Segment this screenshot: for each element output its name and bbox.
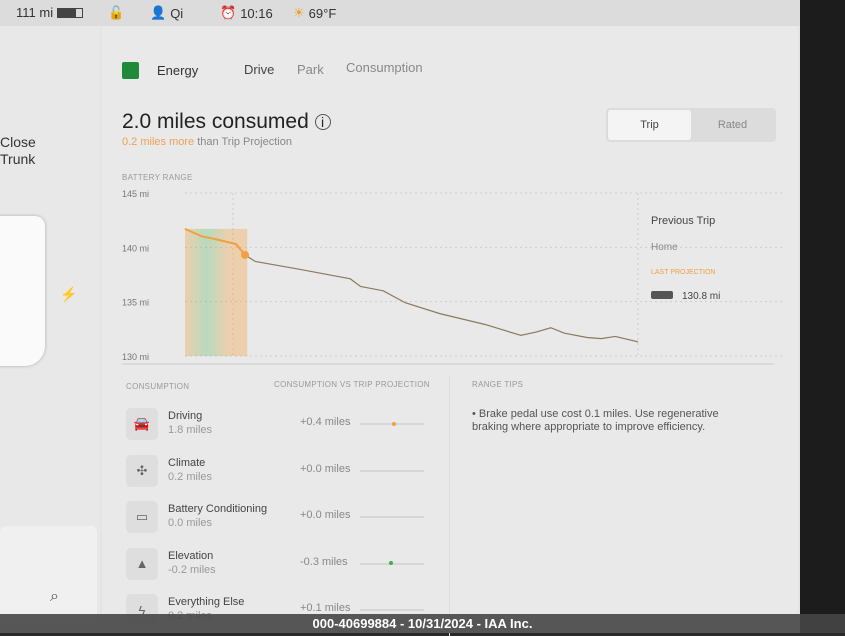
range-text: 111 mi xyxy=(16,5,54,20)
bolt-icon: ⚡ xyxy=(60,286,78,302)
current-position-dot xyxy=(241,250,250,259)
battery-range-chart: 145 mi140 mi135 mi130 miMiles Driven2468… xyxy=(122,189,782,365)
y-tick-label: 135 mi xyxy=(122,298,149,308)
page-title: 2.0 miles consumed i xyxy=(122,110,331,134)
user-name[interactable]: Qi xyxy=(170,6,183,21)
row-name: Climate xyxy=(168,456,206,469)
row-name: Driving xyxy=(168,410,203,422)
row-name: Elevation xyxy=(168,549,214,562)
close-label: Close xyxy=(0,134,36,150)
tab-energy[interactable]: Energy xyxy=(122,62,198,79)
y-tick-label: 140 mi xyxy=(122,243,149,253)
consumption-header: CONSUMPTION xyxy=(126,382,190,391)
battery-icon xyxy=(651,291,673,299)
projection-dot xyxy=(392,421,396,426)
legend-previous-trip: Previous Trip xyxy=(651,215,715,227)
tips-header: RANGE TIPS xyxy=(472,380,524,389)
sun-icon: ☀ xyxy=(293,5,305,20)
tab-energy-label: Energy xyxy=(157,63,199,78)
lock-icon[interactable]: 🔓 xyxy=(108,5,124,21)
row-value: -0.2 miles xyxy=(168,563,216,576)
search-icon: ⌕ xyxy=(50,588,59,605)
projection-value: 130.8 mi xyxy=(682,291,720,302)
bezel xyxy=(800,0,845,633)
legend-last-projection: LAST PROJECTION xyxy=(651,269,715,276)
clock: 10:16 xyxy=(240,5,273,21)
info-icon[interactable]: i xyxy=(314,114,331,131)
car-icon: 🚘 xyxy=(126,408,158,440)
projection-bar xyxy=(360,609,424,611)
consumption-row: ▭ Battery Conditioning 0.0 miles +0.0 mi… xyxy=(126,501,456,541)
consumption-row: ✣ Climate 0.2 miles +0.0 miles xyxy=(126,454,456,495)
projection-bar xyxy=(360,516,424,518)
row-delta: +0.1 miles xyxy=(300,602,351,614)
y-tick-label: 145 mi xyxy=(122,189,149,199)
projection-bar xyxy=(360,421,424,426)
close-trunk-button[interactable]: Close Trunk xyxy=(0,134,36,168)
tab-drive[interactable]: Drive xyxy=(244,62,274,77)
temperature: 69°F xyxy=(308,5,337,21)
user-icon[interactable]: 👤 xyxy=(150,5,166,21)
delta-amount: 0.2 miles more xyxy=(122,136,195,148)
projection-bar xyxy=(360,469,424,472)
toggle-rated[interactable]: Rated xyxy=(691,110,774,140)
title-text: 2.0 miles consumed xyxy=(122,110,309,133)
fan-icon: ✣ xyxy=(126,454,158,487)
search-button[interactable]: ⌕ xyxy=(0,526,97,622)
energy-icon xyxy=(122,62,139,79)
screen: 111 mi 🔓 👤 Qi ⏰ 10:16 ☀ 69°F Close Trunk ⚡ ⌕… xyxy=(0,0,800,636)
row-delta: +0.4 miles xyxy=(300,416,351,428)
row-value: 0.0 miles xyxy=(168,517,213,529)
tip-text: Brake pedal use cost 0.1 miles. Use rege… xyxy=(472,408,719,433)
delta-text: than Trip Projection xyxy=(194,136,292,148)
row-name: Everything Else xyxy=(168,596,245,608)
consumption-row: ▲ Elevation -0.2 miles -0.3 miles xyxy=(126,547,456,588)
tab-consumption[interactable]: Consumption xyxy=(346,60,423,75)
row-name: Battery Conditioning xyxy=(168,503,268,515)
row-delta: -0.3 miles xyxy=(300,555,348,568)
row-delta: +0.0 miles xyxy=(300,462,351,475)
projection-bar xyxy=(360,561,424,565)
battery-icon xyxy=(57,7,84,18)
mountain-icon: ▲ xyxy=(126,547,158,580)
row-value: 0.2 miles xyxy=(168,470,213,483)
projection-dot xyxy=(388,561,393,565)
trunk-label: Trunk xyxy=(0,151,36,167)
y-tick-label: 130 mi xyxy=(122,352,149,362)
car-image xyxy=(0,216,45,366)
status-bar: 111 mi 🔓 👤 Qi ⏰ 10:16 ☀ 69°F xyxy=(0,0,800,26)
trip-rated-toggle[interactable]: Trip Rated xyxy=(606,108,776,142)
toggle-trip[interactable]: Trip xyxy=(608,110,691,140)
row-delta: +0.0 miles xyxy=(300,509,351,521)
alarm-icon: ⏰ xyxy=(220,5,237,20)
watermark-footer: 000-40699884 - 10/31/2024 - IAA Inc. xyxy=(0,614,845,633)
battery-icon: ▭ xyxy=(126,501,158,533)
car-panel: Close Trunk ⚡ ⌕ xyxy=(0,26,100,633)
row-value: 1.8 miles xyxy=(168,424,213,436)
projection-delta: 0.2 miles more than Trip Projection xyxy=(122,136,292,148)
legend-home: Home xyxy=(651,242,678,253)
vs-header: CONSUMPTION VS TRIP PROJECTION xyxy=(274,380,430,389)
consumption-row: 🚘 Driving 1.8 miles +0.4 miles xyxy=(126,408,456,448)
tab-park[interactable]: Park xyxy=(297,62,324,77)
energy-panel: Energy Drive Park Consumption 2.0 miles … xyxy=(102,26,798,636)
range-line xyxy=(184,228,639,343)
range-tip: • Brake pedal use cost 0.1 miles. Use re… xyxy=(472,408,719,433)
